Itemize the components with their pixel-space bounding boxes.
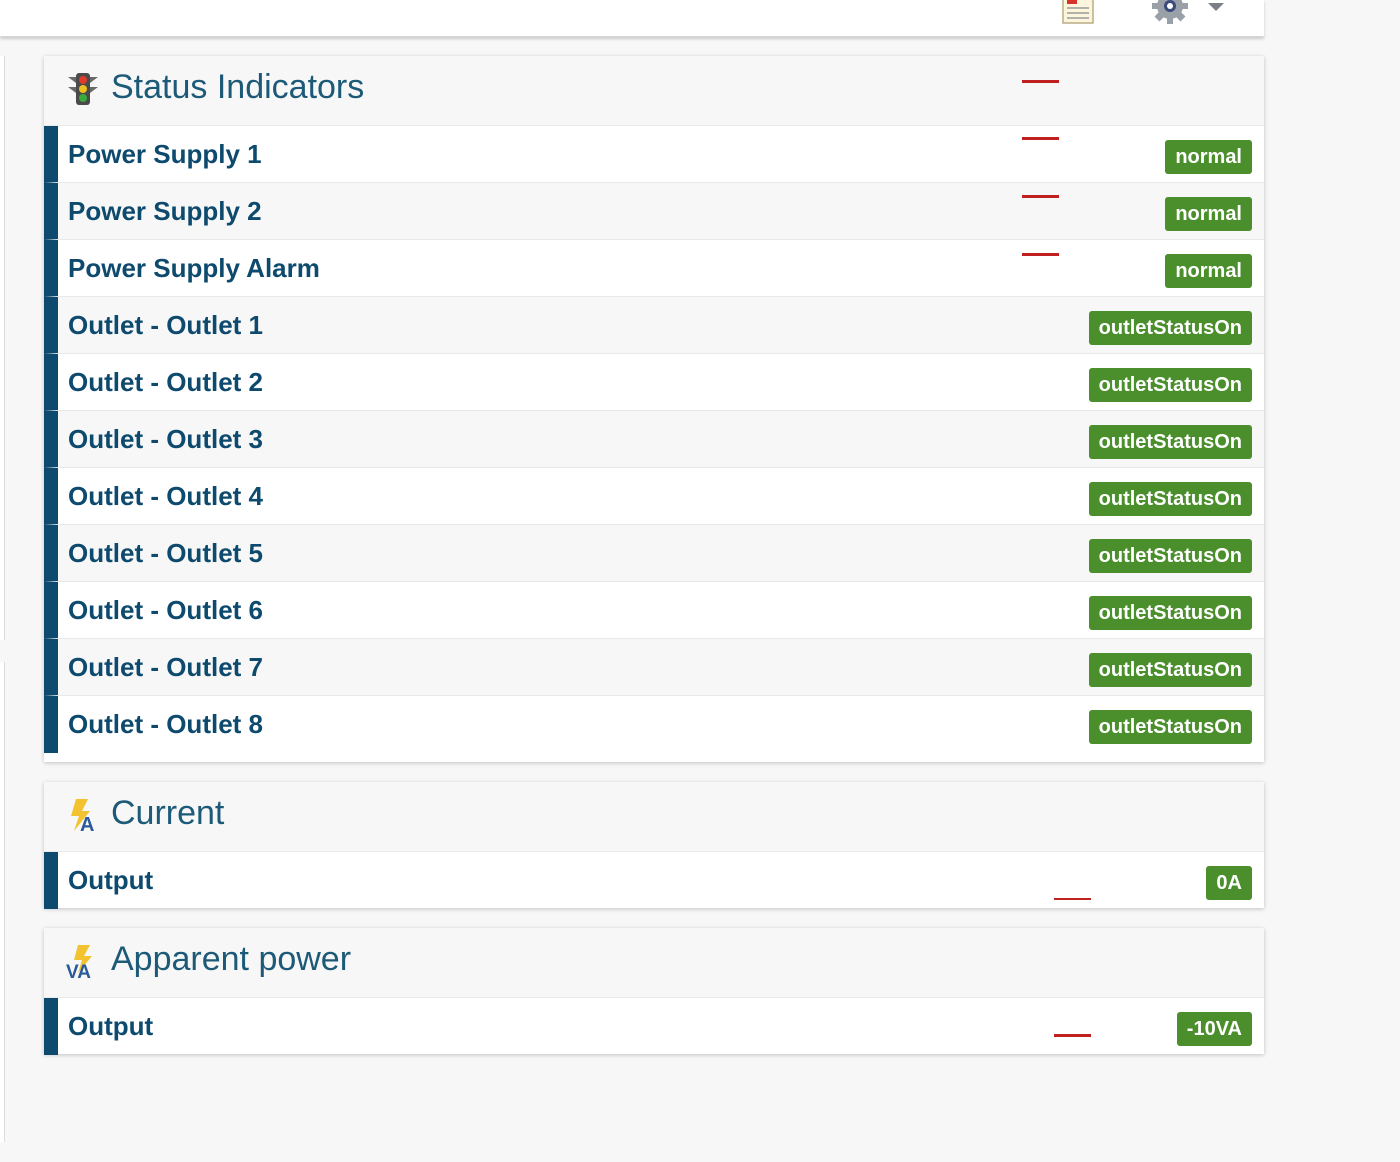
row-label: Outlet - Outlet 6 bbox=[68, 595, 263, 625]
row-label: Outlet - Outlet 1 bbox=[68, 310, 263, 340]
status-badge: -10VA bbox=[1176, 1012, 1252, 1046]
status-badge: outletStatusOn bbox=[1088, 710, 1252, 744]
status-badge: outletStatusOn bbox=[1088, 653, 1252, 687]
list-item[interactable]: Outlet - Outlet 5 outletStatusOn bbox=[44, 525, 1264, 582]
status-badge: outletStatusOn bbox=[1088, 368, 1252, 402]
row-label: Output bbox=[68, 865, 154, 895]
list-item[interactable]: Output 0A bbox=[44, 852, 1264, 909]
row-label: Power Supply 2 bbox=[68, 196, 262, 226]
panel-title: Current bbox=[111, 794, 225, 832]
pdf-report-icon[interactable] bbox=[1062, 0, 1094, 24]
row-label: Power Supply Alarm bbox=[68, 253, 320, 283]
row-label: Outlet - Outlet 3 bbox=[68, 424, 263, 454]
list-item[interactable]: Outlet - Outlet 2 outletStatusOn bbox=[44, 354, 1264, 411]
svg-text:A: A bbox=[80, 814, 94, 833]
row-label: Outlet - Outlet 5 bbox=[68, 538, 263, 568]
red-marker bbox=[1022, 137, 1059, 140]
panel-title: Status Indicators bbox=[111, 68, 365, 106]
current-panel: A Current Output 0A bbox=[44, 782, 1264, 909]
left-column-edge bbox=[0, 662, 5, 1142]
volt-ampere-icon: VA bbox=[66, 945, 92, 979]
status-badge: normal bbox=[1165, 140, 1252, 174]
row-label: Outlet - Outlet 7 bbox=[68, 652, 263, 682]
red-marker bbox=[1022, 195, 1059, 198]
list-item[interactable]: Outlet - Outlet 1 outletStatusOn bbox=[44, 297, 1264, 354]
top-toolbar bbox=[0, 0, 1264, 37]
list-item[interactable]: Power Supply 1 normal bbox=[44, 80, 1264, 183]
list-item[interactable]: Output -10VA bbox=[44, 998, 1264, 1055]
status-badge: outletStatusOn bbox=[1088, 482, 1252, 516]
panel-header: A Current bbox=[44, 782, 1264, 852]
status-badge: 0A bbox=[1206, 866, 1252, 900]
red-marker bbox=[1022, 80, 1059, 83]
chevron-down-icon[interactable] bbox=[1207, 2, 1225, 12]
row-label: Outlet - Outlet 2 bbox=[68, 367, 263, 397]
row-label: Outlet - Outlet 8 bbox=[68, 709, 263, 739]
list-item[interactable]: Power Supply Alarm normal bbox=[44, 240, 1264, 297]
row-label: Power Supply 1 bbox=[68, 139, 262, 169]
current-ampere-icon: A bbox=[71, 799, 94, 833]
status-badge: outletStatusOn bbox=[1088, 596, 1252, 630]
gear-icon[interactable] bbox=[1150, 0, 1190, 26]
red-marker bbox=[1022, 253, 1059, 256]
svg-text:VA: VA bbox=[66, 962, 91, 979]
list-item[interactable]: Power Supply 2 normal bbox=[44, 183, 1264, 240]
panel-header: Status Indicators bbox=[44, 56, 1264, 126]
list-item[interactable]: Outlet - Outlet 7 outletStatusOn bbox=[44, 639, 1264, 696]
red-marker bbox=[1054, 898, 1091, 900]
status-indicators-panel: Status Indicators Power Supply 1 normal … bbox=[44, 56, 1264, 762]
list-item[interactable]: Outlet - Outlet 3 outletStatusOn bbox=[44, 411, 1264, 468]
row-label: Output bbox=[68, 1011, 154, 1041]
list-item[interactable]: Outlet - Outlet 8 outletStatusOn bbox=[44, 696, 1264, 753]
red-marker bbox=[1054, 1034, 1091, 1037]
status-badge: outletStatusOn bbox=[1088, 425, 1252, 459]
status-badge: outletStatusOn bbox=[1088, 311, 1252, 345]
panel-header: VA Apparent power bbox=[44, 928, 1264, 998]
left-column-edge bbox=[0, 56, 5, 640]
status-badge: outletStatusOn bbox=[1088, 539, 1252, 573]
list-item[interactable]: Outlet - Outlet 4 outletStatusOn bbox=[44, 468, 1264, 525]
row-label: Outlet - Outlet 4 bbox=[68, 481, 263, 511]
status-badge: normal bbox=[1165, 254, 1252, 288]
list-item[interactable]: Outlet - Outlet 6 outletStatusOn bbox=[44, 582, 1264, 639]
panel-title: Apparent power bbox=[111, 940, 352, 978]
status-badge: normal bbox=[1165, 197, 1252, 231]
traffic-light-icon bbox=[68, 73, 98, 105]
